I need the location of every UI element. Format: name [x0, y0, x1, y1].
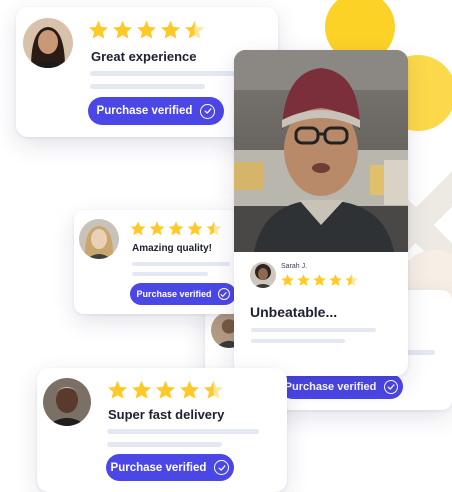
purchase-verified-label: Purchase verified	[136, 289, 212, 299]
purchase-verified-button[interactable]: Purchase verified	[106, 454, 234, 481]
check-circle-icon	[384, 379, 399, 394]
rating-stars	[106, 379, 225, 402]
video-review-card: Sarah J. Unbeatable...	[234, 50, 408, 376]
star-icon	[89, 20, 108, 39]
star-icon	[132, 380, 151, 399]
check-circle-icon	[217, 288, 230, 300]
avatar	[43, 378, 91, 426]
purchase-verified-label: Purchase verified	[110, 461, 207, 474]
star-icon	[113, 20, 132, 39]
review-card: Amazing quality! Purchase verified	[74, 210, 242, 314]
star-icon	[180, 380, 199, 399]
star-icon	[130, 221, 146, 236]
reviewer-avatar	[250, 262, 276, 288]
check-circle-icon	[214, 460, 230, 475]
avatar	[23, 18, 73, 68]
star-icon	[206, 221, 222, 236]
star-icon	[156, 380, 175, 399]
placeholder-line	[132, 272, 208, 276]
star-icon	[345, 274, 358, 286]
purchase-verified-button[interactable]: Purchase verified	[88, 97, 224, 125]
review-title: Unbeatable...	[250, 304, 338, 320]
review-title: Great experience	[91, 49, 197, 64]
star-icon	[297, 274, 310, 286]
rating-stars	[87, 19, 206, 42]
placeholder-line	[251, 339, 345, 343]
review-title: Amazing quality!	[132, 243, 213, 254]
purchase-verified-button[interactable]: Purchase verified	[130, 283, 236, 305]
purchase-verified-button[interactable]: Purchase verified	[280, 374, 403, 399]
rating-stars	[129, 220, 223, 238]
purchase-verified-label: Purchase verified	[96, 105, 193, 117]
placeholder-line	[251, 328, 376, 332]
rating-stars	[280, 273, 359, 288]
star-icon	[187, 221, 203, 236]
review-card: Super fast delivery Purchase verified	[37, 368, 287, 492]
star-icon	[168, 221, 184, 236]
placeholder-line	[90, 71, 235, 76]
star-icon	[313, 274, 326, 286]
avatar	[79, 219, 119, 259]
star-icon	[204, 380, 223, 399]
purchase-verified-label: Purchase verified	[284, 380, 377, 393]
review-title: Super fast delivery	[108, 407, 225, 422]
check-circle-icon	[200, 103, 216, 119]
placeholder-line	[132, 262, 230, 266]
star-icon	[161, 20, 180, 39]
placeholder-line	[90, 84, 205, 89]
star-icon	[108, 380, 127, 399]
placeholder-line	[107, 429, 259, 434]
star-icon	[329, 274, 342, 286]
star-icon	[149, 221, 165, 236]
reviewer-name: Sarah J.	[281, 263, 308, 270]
star-icon	[185, 20, 204, 39]
star-icon	[281, 274, 294, 286]
star-icon	[137, 20, 156, 39]
video-thumbnail[interactable]	[234, 50, 408, 252]
placeholder-line	[107, 442, 222, 447]
